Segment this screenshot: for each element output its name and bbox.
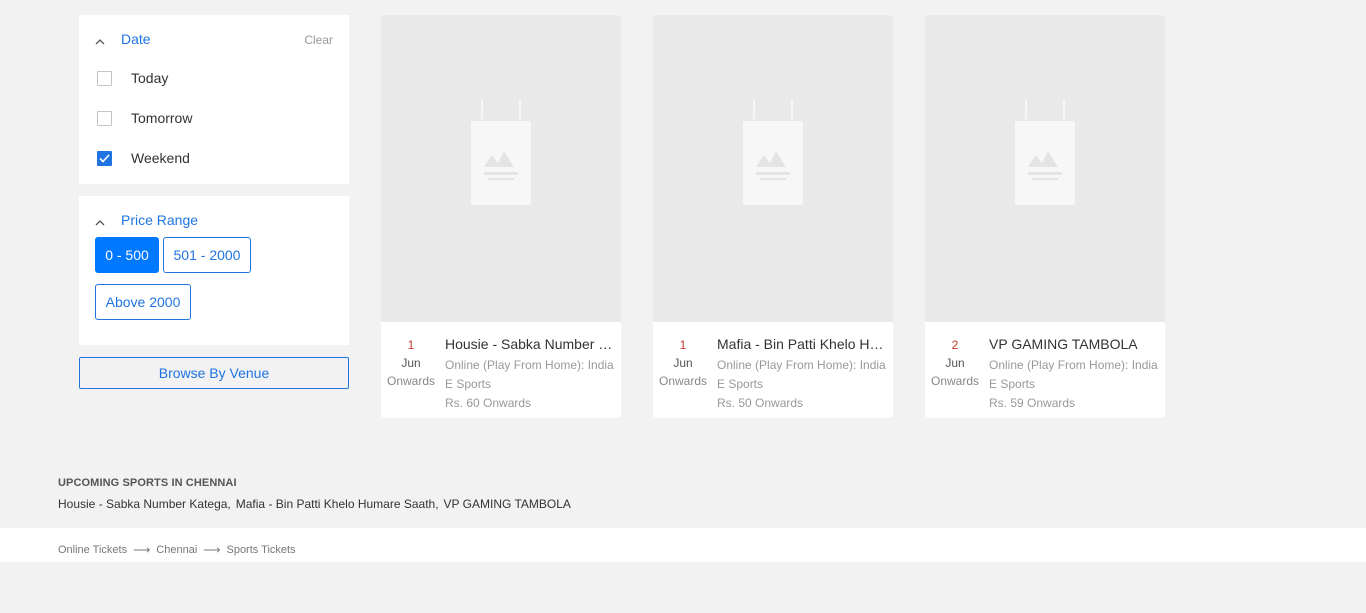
price-filter-title: Price Range <box>121 212 199 228</box>
event-category: E Sports <box>717 377 764 391</box>
date-option-weekend[interactable]: Weekend <box>97 150 190 166</box>
price-chip-501-2000[interactable]: 501 - 2000 <box>163 237 251 273</box>
event-card[interactable]: 1 Jun Onwards Mafia - Bin Patti Khelo Hu… <box>653 15 893 418</box>
event-day: 2 <box>951 338 959 352</box>
event-date: 2 Jun Onwards <box>925 336 985 390</box>
event-title[interactable]: VP GAMING TAMBOLA <box>989 335 1159 353</box>
event-info: Mafia - Bin Patti Khelo Hum... Online (P… <box>717 335 887 413</box>
event-price: Rs. 60 Onwards <box>445 396 532 410</box>
breadcrumb: Online Tickets ⟶ Chennai ⟶ Sports Ticket… <box>58 543 296 557</box>
chevron-up-icon[interactable] <box>95 34 105 45</box>
clear-date-button[interactable]: Clear <box>304 33 333 47</box>
price-chip-0-500[interactable]: 0 - 500 <box>95 237 159 273</box>
event-venue: Online (Play From Home): India <box>989 358 1158 372</box>
date-filter-header[interactable]: Date <box>95 31 151 47</box>
event-title[interactable]: Housie - Sabka Number Kate... <box>445 335 615 353</box>
breadcrumb-online-tickets[interactable]: Online Tickets <box>58 544 127 556</box>
arrow-right-icon: ⟶ <box>203 543 221 557</box>
image-placeholder-icon <box>743 99 803 205</box>
date-option-label: Today <box>131 70 169 86</box>
date-filter-panel: Date Clear Today Tomorrow Weekend <box>79 15 349 184</box>
event-date: 1 Jun Onwards <box>653 336 713 390</box>
event-image-placeholder <box>653 15 893 322</box>
weekend-checkbox[interactable] <box>97 150 112 166</box>
upcoming-link[interactable]: Housie - Sabka Number Katega, <box>58 497 231 511</box>
event-title[interactable]: Mafia - Bin Patti Khelo Hum... <box>717 335 887 353</box>
event-onwards: Onwards <box>658 374 708 388</box>
today-checkbox[interactable] <box>97 70 112 86</box>
price-filter-panel: Price Range 0 - 500 501 - 2000 Above 200… <box>79 196 349 345</box>
breadcrumb-sports-tickets[interactable]: Sports Tickets <box>226 544 295 556</box>
breadcrumb-chennai[interactable]: Chennai <box>156 544 197 556</box>
upcoming-sports-section: UPCOMING SPORTS IN CHENNAI Housie - Sabk… <box>58 477 571 511</box>
event-date: 1 Jun Onwards <box>381 336 441 390</box>
upcoming-link[interactable]: Mafia - Bin Patti Khelo Humare Saath, <box>236 497 439 511</box>
event-category: E Sports <box>989 377 1036 391</box>
event-month: Jun <box>673 356 693 370</box>
event-day: 1 <box>679 338 687 352</box>
event-card[interactable]: 1 Jun Onwards Housie - Sabka Number Kate… <box>381 15 621 418</box>
upcoming-sports-heading: UPCOMING SPORTS IN CHENNAI <box>58 477 237 489</box>
date-option-label: Weekend <box>131 150 190 166</box>
event-category: E Sports <box>445 377 492 391</box>
upcoming-sports-list: Housie - Sabka Number Katega, Mafia - Bi… <box>58 497 571 511</box>
event-image-placeholder <box>381 15 621 322</box>
browse-by-venue-button[interactable]: Browse By Venue <box>79 357 349 389</box>
tomorrow-checkbox[interactable] <box>97 110 112 126</box>
image-placeholder-icon <box>1015 99 1075 205</box>
footer-bar: Online Tickets ⟶ Chennai ⟶ Sports Ticket… <box>0 528 1366 562</box>
upcoming-link[interactable]: VP GAMING TAMBOLA <box>444 497 571 511</box>
event-venue: Online (Play From Home): India <box>717 358 886 372</box>
date-option-tomorrow[interactable]: Tomorrow <box>97 110 192 126</box>
date-filter-title: Date <box>121 31 151 47</box>
event-info: VP GAMING TAMBOLA Online (Play From Home… <box>989 335 1159 413</box>
checkmark-icon <box>99 153 110 163</box>
date-option-today[interactable]: Today <box>97 70 168 86</box>
event-price: Rs. 50 Onwards <box>717 396 804 410</box>
price-chip-above-2000[interactable]: Above 2000 <box>95 284 191 320</box>
event-image-placeholder <box>925 15 1165 322</box>
event-onwards: Onwards <box>930 374 980 388</box>
event-card[interactable]: 2 Jun Onwards VP GAMING TAMBOLA Online (… <box>925 15 1165 418</box>
event-info: Housie - Sabka Number Kate... Online (Pl… <box>445 335 615 413</box>
event-month: Jun <box>945 356 965 370</box>
event-month: Jun <box>401 356 421 370</box>
price-filter-header[interactable]: Price Range <box>95 212 198 228</box>
event-venue: Online (Play From Home): India <box>445 358 614 372</box>
event-onwards: Onwards <box>386 374 436 388</box>
arrow-right-icon: ⟶ <box>133 543 151 557</box>
image-placeholder-icon <box>471 99 531 205</box>
chevron-up-icon[interactable] <box>95 215 105 226</box>
date-option-label: Tomorrow <box>131 110 193 126</box>
event-day: 1 <box>407 338 415 352</box>
event-price: Rs. 59 Onwards <box>989 396 1076 410</box>
